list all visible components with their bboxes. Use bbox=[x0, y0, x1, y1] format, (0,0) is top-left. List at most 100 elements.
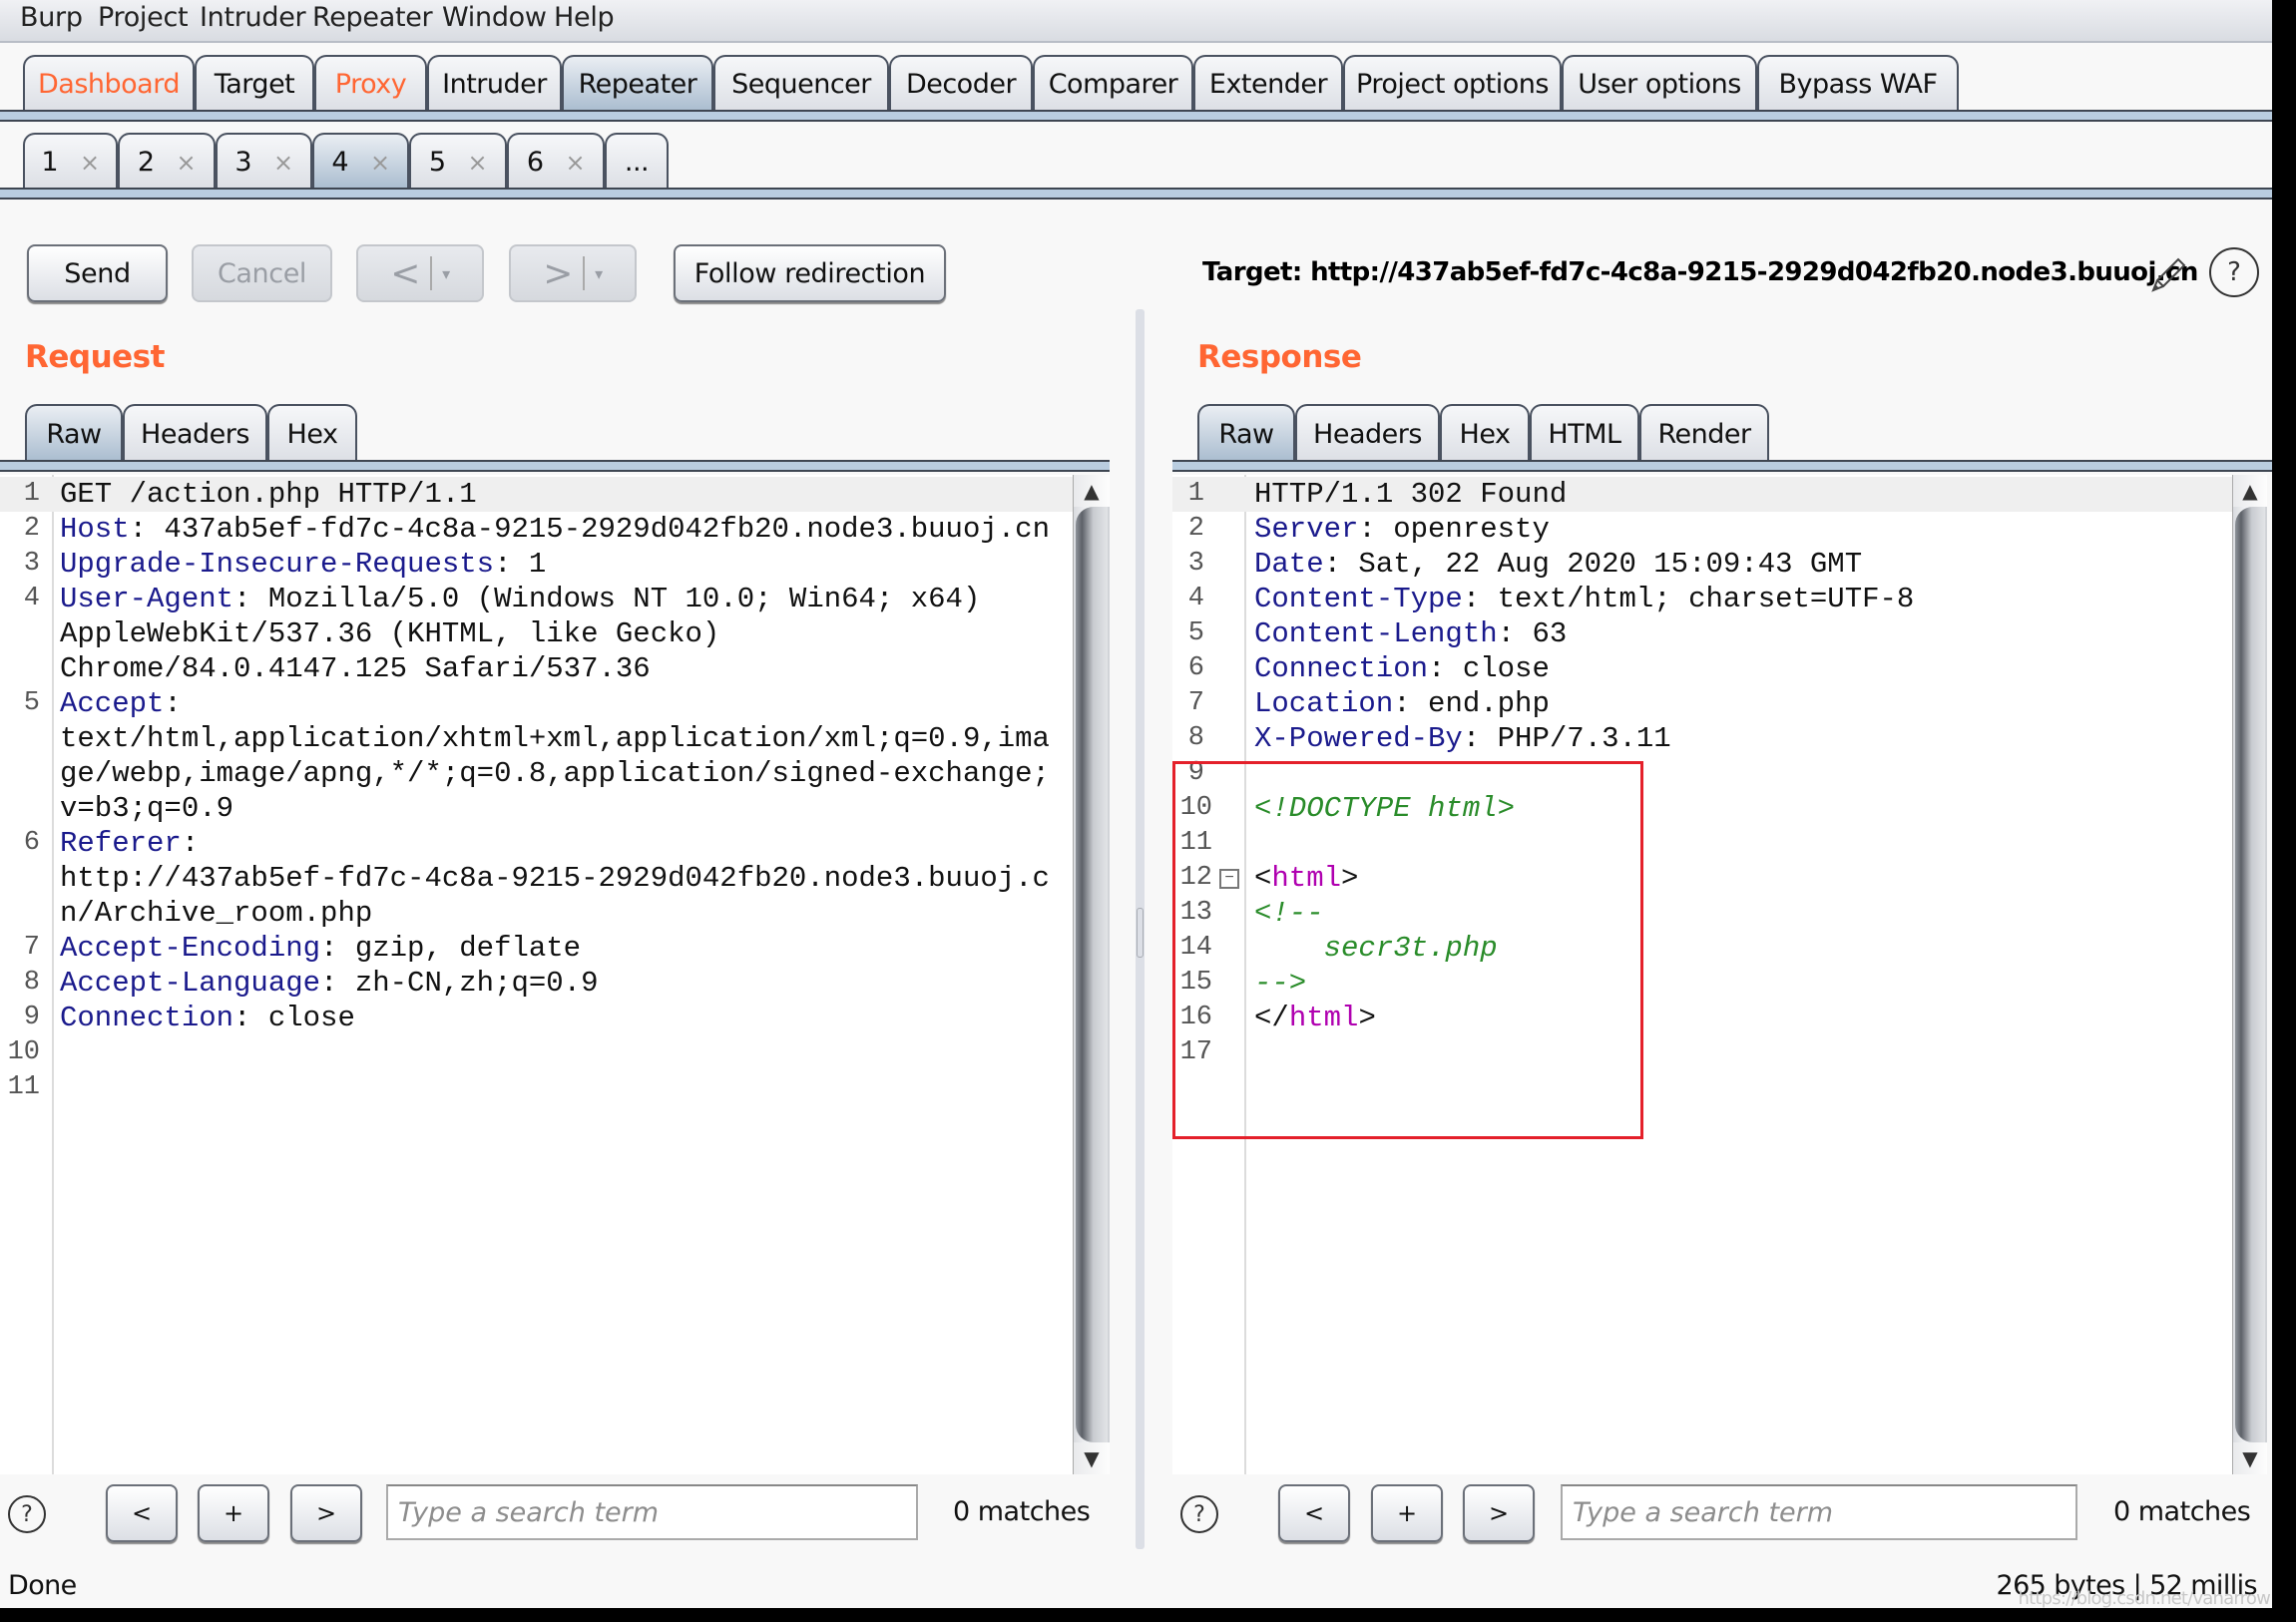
follow-redirection-button[interactable]: Follow redirection bbox=[674, 244, 946, 302]
cancel-button[interactable]: Cancel bbox=[192, 244, 332, 302]
line-number: 5 bbox=[1187, 618, 1204, 648]
collapse-icon[interactable]: − bbox=[1219, 869, 1239, 889]
repeater-tab-1[interactable]: 1 × bbox=[23, 133, 118, 190]
header-name: Accept bbox=[60, 687, 165, 720]
scroll-down-icon[interactable]: ▼ bbox=[1074, 1442, 1110, 1474]
code-token: : 63 bbox=[1497, 617, 1568, 650]
html-comment: <!-- bbox=[1254, 897, 1324, 930]
request-scrollbar[interactable]: ▲ ▼ bbox=[1073, 475, 1110, 1474]
request-line: Chrome/84.0.4147.125 Safari/537.36 bbox=[0, 651, 1073, 686]
menu-intruder[interactable]: Intruder bbox=[200, 2, 306, 33]
request-search-help-icon[interactable]: ? bbox=[8, 1495, 46, 1533]
request-line: 4 User-Agent: Mozilla/5.0 (Windows NT 10.… bbox=[0, 582, 1073, 616]
tab-sequencer[interactable]: Sequencer bbox=[713, 55, 889, 112]
html-tag: html bbox=[1271, 862, 1342, 895]
response-tab-render[interactable]: Render bbox=[1639, 404, 1769, 462]
code-text: GET /action.php HTTP/1.1 bbox=[60, 477, 477, 512]
close-icon[interactable]: × bbox=[468, 149, 488, 177]
splitter-grip[interactable] bbox=[1137, 908, 1144, 958]
request-search-add-button[interactable]: + bbox=[198, 1484, 269, 1542]
repeater-tab-4[interactable]: 4 × bbox=[312, 133, 409, 190]
response-scrollbar[interactable]: ▲ ▼ bbox=[2232, 475, 2267, 1474]
tab-comparer[interactable]: Comparer bbox=[1033, 55, 1193, 112]
request-line: 5 Accept: bbox=[0, 686, 1073, 721]
tab-user-options[interactable]: User options bbox=[1562, 55, 1757, 112]
close-icon[interactable]: × bbox=[273, 149, 293, 177]
back-button[interactable]: < ▾ bbox=[356, 244, 484, 302]
response-search-next-button[interactable]: > bbox=[1463, 1484, 1535, 1542]
close-icon[interactable]: × bbox=[80, 149, 100, 177]
tab-bypass-waf[interactable]: Bypass WAF bbox=[1757, 55, 1959, 112]
response-search-help-icon[interactable]: ? bbox=[1180, 1495, 1218, 1533]
repeater-tab-2[interactable]: 2 × bbox=[118, 133, 216, 190]
response-line: 9 bbox=[1172, 756, 2232, 791]
menu-burp[interactable]: Burp bbox=[20, 2, 83, 33]
response-search-prev-button[interactable]: < bbox=[1278, 1484, 1350, 1542]
repeater-tab-6[interactable]: 6 × bbox=[507, 133, 605, 190]
line-number: 4 bbox=[23, 584, 40, 613]
menu-project[interactable]: Project bbox=[98, 2, 189, 33]
response-line: 1 HTTP/1.1 302 Found bbox=[1172, 477, 2232, 512]
code-text: User-Agent: Mozilla/5.0 (Windows NT 10.0… bbox=[60, 582, 980, 616]
response-search-input[interactable] bbox=[1561, 1484, 2077, 1540]
forward-button[interactable]: > ▾ bbox=[509, 244, 637, 302]
scroll-up-icon[interactable]: ▲ bbox=[2233, 475, 2267, 507]
request-editor[interactable]: 1 GET /action.php HTTP/1.1 2 Host: 437ab5ef… bbox=[0, 475, 1073, 1474]
line-number: 9 bbox=[23, 1003, 40, 1032]
scrollbar-thumb[interactable] bbox=[2235, 507, 2265, 1442]
dropdown-icon[interactable]: ▾ bbox=[442, 264, 450, 283]
header-name: Accept-Language bbox=[60, 967, 321, 1000]
response-line: 6 Connection: close bbox=[1172, 651, 2232, 686]
scrollbar-thumb[interactable] bbox=[1076, 507, 1108, 1442]
close-icon[interactable]: × bbox=[566, 149, 586, 177]
response-tab-raw[interactable]: Raw bbox=[1197, 404, 1295, 462]
scroll-down-icon[interactable]: ▼ bbox=[2233, 1442, 2267, 1474]
code-token: > bbox=[1341, 862, 1359, 895]
response-search-add-button[interactable]: + bbox=[1371, 1484, 1443, 1542]
tab-decoder[interactable]: Decoder bbox=[889, 55, 1033, 112]
close-icon[interactable]: × bbox=[370, 149, 390, 177]
watermark: https://blog.csdn.net/vanarrow bbox=[2018, 1588, 2271, 1608]
dropdown-icon[interactable]: ▾ bbox=[595, 264, 603, 283]
header-name: Connection bbox=[1254, 652, 1429, 685]
request-search-input[interactable] bbox=[386, 1484, 918, 1540]
menu-repeater[interactable]: Repeater bbox=[312, 2, 433, 33]
send-button[interactable]: Send bbox=[27, 244, 168, 302]
repeater-tab-3[interactable]: 3 × bbox=[216, 133, 312, 190]
tab-dashboard[interactable]: Dashboard bbox=[23, 55, 195, 112]
tab-target[interactable]: Target bbox=[195, 55, 314, 112]
code-text: <!-- bbox=[1254, 896, 1324, 931]
line-number: 3 bbox=[1187, 549, 1204, 579]
line-number: 4 bbox=[1187, 584, 1204, 613]
request-line: 6 Referer: bbox=[0, 826, 1073, 861]
repeater-tab-more[interactable]: ... bbox=[605, 133, 669, 190]
header-value: : Mozilla/5.0 (Windows NT 10.0; Win64; x… bbox=[233, 583, 981, 615]
scroll-up-icon[interactable]: ▲ bbox=[1074, 475, 1110, 507]
request-line: 11 bbox=[0, 1070, 1073, 1105]
menu-window[interactable]: Window bbox=[442, 2, 547, 33]
response-tab-hex[interactable]: Hex bbox=[1440, 404, 1530, 462]
code-token: </ bbox=[1254, 1002, 1289, 1034]
response-editor[interactable]: 1 HTTP/1.1 302 Found 2 Server: openresty 3 Da… bbox=[1172, 475, 2232, 1474]
code-text: Referer: bbox=[60, 826, 199, 861]
code-text: <html> bbox=[1254, 861, 1358, 896]
repeater-tab-5[interactable]: 5 × bbox=[409, 133, 507, 190]
tab-repeater[interactable]: Repeater bbox=[562, 55, 713, 112]
tab-project-options[interactable]: Project options bbox=[1343, 55, 1562, 112]
request-search-next-button[interactable]: > bbox=[290, 1484, 362, 1542]
pane-splitter[interactable] bbox=[1136, 309, 1145, 1549]
code-token: : end.php bbox=[1393, 687, 1550, 720]
request-search-prev-button[interactable]: < bbox=[106, 1484, 178, 1542]
tab-extender[interactable]: Extender bbox=[1193, 55, 1343, 112]
header-value: http://437ab5ef-fd7c-4c8a-9215-2929d042f… bbox=[60, 862, 1050, 895]
response-tab-headers[interactable]: Headers bbox=[1295, 404, 1440, 462]
edit-target-button[interactable] bbox=[2145, 252, 2189, 296]
close-icon[interactable]: × bbox=[177, 149, 197, 177]
request-line: text/html,application/xhtml+xml,applicat… bbox=[0, 721, 1073, 756]
response-tab-html[interactable]: HTML bbox=[1530, 404, 1639, 462]
tab-intruder[interactable]: Intruder bbox=[427, 55, 562, 112]
menu-help[interactable]: Help bbox=[554, 2, 615, 33]
request-line: AppleWebKit/537.36 (KHTML, like Gecko) bbox=[0, 616, 1073, 651]
tab-proxy[interactable]: Proxy bbox=[314, 55, 427, 112]
help-icon[interactable]: ? bbox=[2209, 247, 2259, 297]
